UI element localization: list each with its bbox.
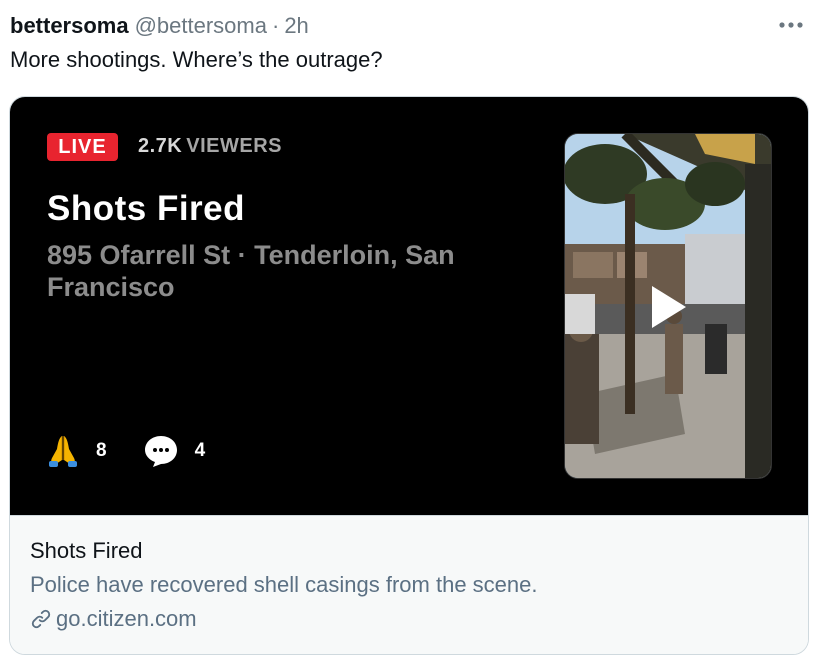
reaction-comment-count: 4 [194,440,206,461]
reaction-comment: 4 [143,434,206,468]
card-footer[interactable]: Shots Fired Police have recovered shell … [10,515,808,654]
card-domain-text: go.citizen.com [56,606,197,631]
play-icon [652,286,686,328]
tweet: bettersoma @bettersoma · 2h More shootin… [0,0,834,672]
reactions: 8 4 [46,433,241,469]
tweet-text: More shootings. Where’s the outrage? [10,47,383,72]
reaction-pray: 8 [46,433,107,469]
card-title: Shots Fired [30,538,143,563]
video-thumbnail[interactable] [564,133,772,479]
card-media[interactable]: LIVE 2.7K VIEWERS Shots Fired 895 Ofarrel… [10,97,808,515]
link-icon [30,608,52,630]
comment-bubble-icon [144,436,177,467]
header-separator: · [271,13,280,38]
play-button[interactable] [645,284,691,330]
card-description: Police have recovered shell casings from… [30,572,538,597]
viewer-count-label: VIEWERS [186,135,282,157]
live-badge: LIVE [47,133,118,161]
author-name[interactable]: bettersoma [10,12,129,40]
tweet-timestamp[interactable]: 2h [284,12,308,40]
reaction-pray-count: 8 [96,440,107,461]
viewer-count-value: 2.7K [138,135,183,157]
praying-hands-icon [49,436,77,467]
author-handle[interactable]: @bettersoma [135,12,267,40]
incident-address: 895 Ofarrell St · Tenderloin, San Franci… [47,240,455,302]
card-domain[interactable]: go.citizen.com [30,606,197,632]
link-card[interactable]: LIVE 2.7K VIEWERS Shots Fired 895 Ofarrel… [9,96,809,655]
viewer-count: 2.7K VIEWERS [138,135,282,158]
more-options-button[interactable] [776,10,806,40]
tweet-header: bettersoma @bettersoma · 2h [10,12,309,40]
incident-title: Shots Fired [47,189,246,228]
more-dots-icon [779,22,803,28]
